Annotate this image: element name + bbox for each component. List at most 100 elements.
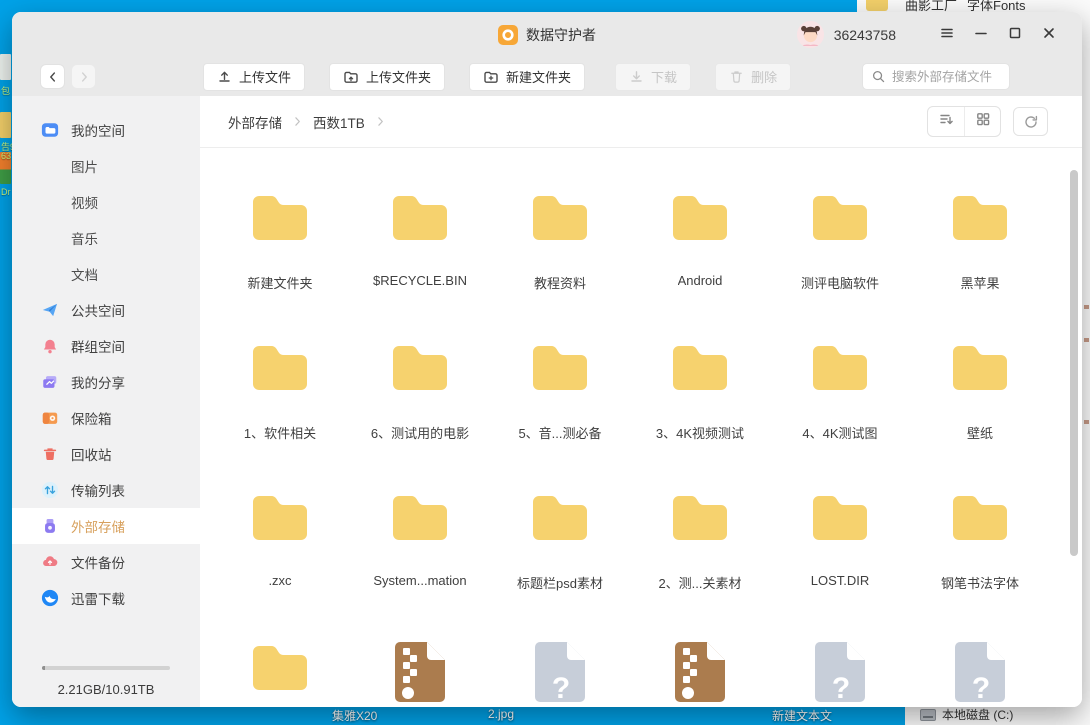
sidebar-item-我的空间[interactable]: 我的空间 [12,112,200,148]
file-label: .zxc [268,573,291,588]
menu-button[interactable] [934,22,960,48]
sidebar-item-保险箱[interactable]: 保险箱 [12,400,200,436]
folder-icon [808,190,872,254]
app-window: 数据守护者 36243758 [12,12,1082,707]
sidebar-item-label: 迅雷下载 [71,588,125,608]
file-item-教程资料[interactable]: 教程资料 [490,190,630,340]
background-folder-name: 字体Fonts [967,0,1026,12]
folder-icon [248,340,312,404]
file-item[interactable] [210,640,350,707]
file-item-3、4K视频测试[interactable]: 3、4K视频测试 [630,340,770,490]
unknown-icon: ? [531,640,589,704]
forward-button[interactable] [71,64,96,89]
sidebar-item-label: 群组空间 [71,336,125,356]
file-label: 测评电脑软件 [801,273,879,292]
group-space-icon [41,337,59,355]
back-button[interactable] [40,64,65,89]
file-item-6、测试用的电影[interactable]: 6、测试用的电影 [350,340,490,490]
file-label: 5、音...测必备 [518,423,601,442]
file-item[interactable]: ? [770,640,910,707]
sidebar-item-文档[interactable]: 文档 [12,256,200,292]
grid-view-button[interactable] [964,107,1000,136]
folder-icon [808,490,872,554]
sidebar-item-传输列表[interactable]: 传输列表 [12,472,200,508]
minimize-button[interactable] [968,22,994,48]
menu-icon [940,26,954,43]
app-title: 数据守护者 [526,25,596,45]
svg-text:?: ? [832,672,850,704]
folder-icon [668,340,732,404]
sidebar-item-图片[interactable]: 图片 [12,148,200,184]
folder-icon [668,490,732,554]
sidebar-item-label: 视频 [71,192,98,212]
file-item-$RECYCLE.BIN[interactable]: $RECYCLE.BIN [350,190,490,340]
file-item-1、软件相关[interactable]: 1、软件相关 [210,340,350,490]
archive-icon [671,640,729,704]
app-logo-icon [498,25,518,45]
toolbar-button-delete[interactable]: 删除 [715,63,791,91]
sidebar-item-迅雷下载[interactable]: 迅雷下载 [12,580,200,616]
file-item-Android[interactable]: Android [630,190,770,340]
sidebar-item-回收站[interactable]: 回收站 [12,436,200,472]
sidebar-item-我的分享[interactable]: 我的分享 [12,364,200,400]
sidebar-item-外部存储[interactable]: 外部存储 [12,508,200,544]
file-item-LOST.DIR[interactable]: LOST.DIR [770,490,910,640]
close-button[interactable] [1036,22,1062,48]
sort-list-button[interactable] [928,107,964,136]
sidebar-item-文件备份[interactable]: 文件备份 [12,544,200,580]
file-item[interactable] [350,640,490,707]
file-item-壁纸[interactable]: 壁纸 [910,340,1050,490]
external-storage-icon [41,517,59,535]
vertical-scrollbar[interactable] [1070,170,1078,556]
breadcrumb: 外部存储 西数1TB [228,112,396,132]
search-input[interactable] [892,70,1001,84]
folder-icon [248,490,312,554]
toolbar-button-upload-folder[interactable]: 上传文件夹 [329,63,445,91]
file-label: 壁纸 [967,423,993,442]
sidebar-item-公共空间[interactable]: 公共空间 [12,292,200,328]
my-share-icon [41,373,59,391]
delete-icon [729,69,744,84]
file-item-新建文件夹[interactable]: 新建文件夹 [210,190,350,340]
background-fragment [1084,420,1089,424]
file-item-System...mation[interactable]: System...mation [350,490,490,640]
maximize-button[interactable] [1002,22,1028,48]
recycle-bin-icon [41,445,59,463]
file-item[interactable]: ? [490,640,630,707]
view-toggle [927,106,1001,137]
unknown-icon: ? [811,640,869,704]
file-item[interactable] [630,640,770,707]
username: 36243758 [834,27,896,43]
file-backup-icon [41,553,59,571]
explorer-drive-item[interactable]: 本地磁盘 (C:) [920,706,1013,723]
file-item-测评电脑软件[interactable]: 测评电脑软件 [770,190,910,340]
file-item-.zxc[interactable]: .zxc [210,490,350,640]
folder-icon [388,340,452,404]
user-avatar[interactable] [797,21,824,48]
background-folder-name: 曲影工厂 [905,0,957,12]
folder-icon [388,490,452,554]
file-item-5、音...测必备[interactable]: 5、音...测必备 [490,340,630,490]
desktop-icon-fragment [0,54,11,80]
minimize-icon [974,26,988,43]
refresh-button[interactable] [1013,107,1048,136]
breadcrumb-item[interactable]: 外部存储 [228,112,282,132]
sidebar-item-音乐[interactable]: 音乐 [12,220,200,256]
file-item[interactable]: ? [910,640,1050,707]
file-item-黑苹果[interactable]: 黑苹果 [910,190,1050,340]
toolbar-button-new-folder[interactable]: 新建文件夹 [469,63,585,91]
toolbar-button-upload-file[interactable]: 上传文件 [203,63,305,91]
file-label: 标题栏psd素材 [517,573,603,592]
toolbar-button-download[interactable]: 下载 [615,63,691,91]
sidebar: 我的空间图片视频音乐文档公共空间群组空间我的分享保险箱回收站传输列表外部存储文件… [12,96,200,707]
folder-icon [248,640,312,704]
sidebar-item-视频[interactable]: 视频 [12,184,200,220]
sidebar-item-群组空间[interactable]: 群组空间 [12,328,200,364]
search-icon [871,69,886,84]
file-item-2、测...关素材[interactable]: 2、测...关素材 [630,490,770,640]
file-item-标题栏psd素材[interactable]: 标题栏psd素材 [490,490,630,640]
breadcrumb-item[interactable]: 西数1TB [313,112,365,132]
maximize-icon [1008,26,1022,43]
file-item-4、4K测试图[interactable]: 4、4K测试图 [770,340,910,490]
file-item-钢笔书法字体[interactable]: 钢笔书法字体 [910,490,1050,640]
